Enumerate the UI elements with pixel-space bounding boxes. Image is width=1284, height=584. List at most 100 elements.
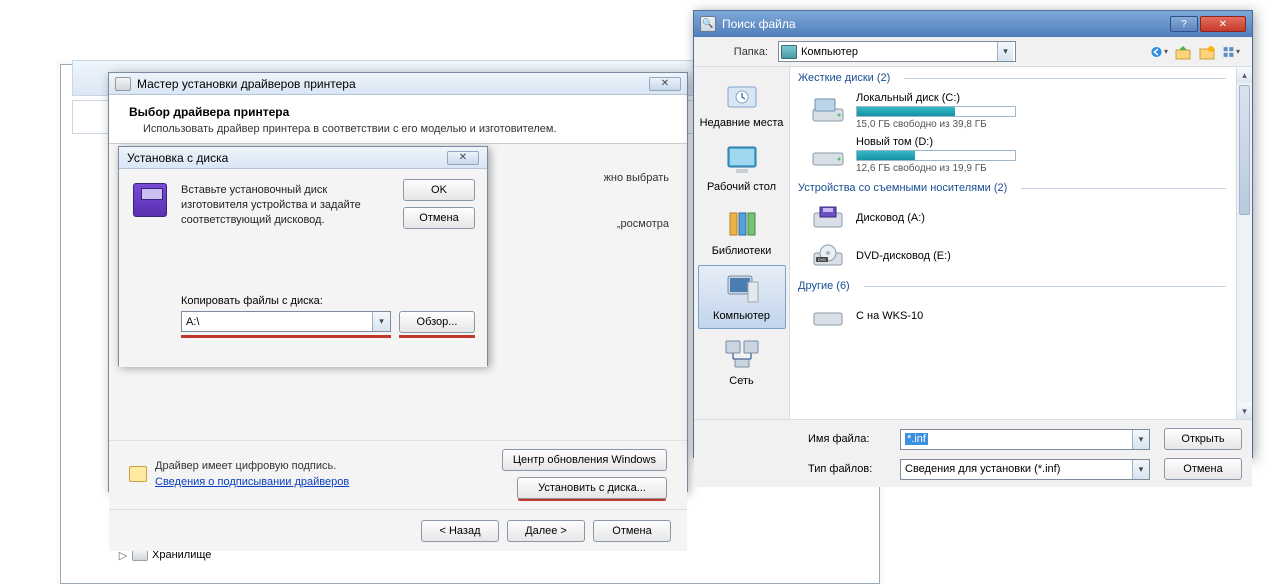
file-list[interactable]: Жесткие диски (2) ˄ Локальный диск (C:) … [790, 67, 1252, 419]
scroll-thumb[interactable] [1239, 85, 1250, 215]
back-button[interactable]: < Назад [421, 520, 499, 542]
file-name-label: Имя файла: [808, 433, 890, 445]
file-type-label: Тип файлов: [808, 463, 890, 475]
open-button[interactable]: Открыть [1164, 428, 1242, 450]
ifd-message: Вставьте установочный диск изготовителя … [181, 183, 385, 228]
place-recent[interactable]: Недавние места [698, 73, 786, 135]
next-button[interactable]: Далее > [507, 520, 585, 542]
signature-link[interactable]: Сведения о подписывании драйверов [155, 476, 349, 488]
wizard-footer: < Назад Далее > Отмена [109, 509, 687, 551]
drive-name: DVD-дисковод (E:) [856, 250, 951, 262]
wizard-signature-row: Драйвер имеет цифровую подпись. Сведения… [109, 440, 687, 509]
nav-back-icon[interactable]: ▾ [1150, 43, 1168, 61]
fdlg-titlebar[interactable]: Поиск файла ? ✕ [694, 11, 1252, 37]
new-folder-icon[interactable] [1198, 43, 1216, 61]
nav-up-icon[interactable] [1174, 43, 1192, 61]
place-network[interactable]: Сеть [698, 331, 786, 393]
wizard-close-button[interactable]: ✕ [649, 77, 681, 91]
usage-bar [856, 106, 1016, 117]
places-bar: Недавние места Рабочий стол Библиотеки К… [694, 67, 790, 419]
search-file-icon [700, 16, 716, 32]
wizard-title: Мастер установки драйверов принтера [137, 77, 356, 91]
recent-icon [722, 79, 762, 113]
wizard-hint: жно выбрать [604, 172, 669, 184]
view-mode-icon[interactable]: ▾ [1222, 43, 1240, 61]
wizard-titlebar[interactable]: Мастер установки драйверов принтера ✕ [109, 73, 687, 95]
ifd-close-button[interactable]: ✕ [447, 151, 479, 165]
computer-icon [722, 272, 762, 306]
certificate-icon [129, 466, 147, 482]
dropdown-arrow-icon[interactable]: ▾ [1132, 430, 1149, 449]
drive-d[interactable]: Новый том (D:) 12,6 ГБ свободно из 19,9 … [790, 133, 1252, 177]
drive-e[interactable]: DVD DVD-дисковод (E:) [790, 237, 1252, 275]
hdd-icon [810, 140, 846, 170]
desktop-icon [722, 143, 762, 177]
computer-icon [781, 45, 797, 59]
wizard-hint: „росмотра [617, 218, 669, 230]
file-type-value: Сведения для установки (*.inf) [901, 460, 1132, 479]
annotation-underline [399, 335, 475, 338]
floppy-icon [133, 183, 167, 217]
drive-name: Новый том (D:) [856, 136, 1016, 148]
ifd-copy-label: Копировать файлы с диска: [181, 295, 323, 307]
install-from-disk-button[interactable]: Установить с диска... [517, 477, 667, 499]
dvd-drive-icon: DVD [810, 241, 846, 271]
hdd-icon [810, 96, 846, 126]
ifd-path-input[interactable] [182, 312, 372, 331]
libraries-icon [722, 207, 762, 241]
drive-name: Дисковод (A:) [856, 212, 925, 224]
wizard-heading: Выбор драйвера принтера [129, 105, 667, 119]
folder-value: Компьютер [801, 46, 993, 58]
ifd-path-combo[interactable]: ▾ [181, 311, 391, 332]
fdlg-close-button[interactable]: ✕ [1200, 16, 1246, 32]
network-icon [722, 337, 762, 371]
usage-bar [856, 150, 1016, 161]
place-libraries[interactable]: Библиотеки [698, 201, 786, 263]
place-computer[interactable]: Компьютер [698, 265, 786, 329]
fdlg-bottom: Имя файла: *.inf ▾ Открыть Тип файлов: С… [694, 419, 1252, 487]
folder-combo[interactable]: Компьютер ▾ [778, 41, 1016, 62]
fdlg-cancel-button[interactable]: Отмена [1164, 458, 1242, 480]
ifd-ok-button[interactable]: OK [403, 179, 475, 201]
ifd-title: Установка с диска [127, 151, 228, 165]
drive-free: 15,0 ГБ свободно из 39,8 ГБ [856, 119, 1016, 130]
drive-free: 12,6 ГБ свободно из 19,9 ГБ [856, 163, 1016, 174]
scroll-down-icon[interactable]: ▾ [1237, 403, 1252, 419]
group-removable[interactable]: Устройства со съемными носителями (2) ˄ [790, 177, 1252, 199]
ifd-cancel-button[interactable]: Отмена [403, 207, 475, 229]
file-browse-dialog: Поиск файла ? ✕ Папка: Компьютер ▾ ▾ [693, 10, 1253, 458]
wizard-header: Выбор драйвера принтера Использовать дра… [109, 95, 687, 144]
wizard-subheading: Использовать драйвер принтера в соответс… [143, 123, 667, 135]
network-drive-icon [810, 301, 846, 331]
dropdown-arrow-icon[interactable]: ▾ [372, 312, 390, 331]
help-button[interactable]: ? [1170, 16, 1198, 32]
floppy-drive-icon [810, 203, 846, 233]
signature-text: Драйвер имеет цифровую подпись. [155, 460, 349, 472]
file-name-value[interactable]: *.inf [905, 433, 928, 445]
svg-text:DVD: DVD [818, 257, 827, 262]
ifd-browse-button[interactable]: Обзор... [399, 311, 475, 333]
folder-label: Папка: [712, 46, 768, 58]
group-hdd[interactable]: Жесткие диски (2) ˄ [790, 67, 1252, 89]
place-desktop[interactable]: Рабочий стол [698, 137, 786, 199]
windows-update-button[interactable]: Центр обновления Windows [502, 449, 667, 471]
file-name-combo[interactable]: *.inf ▾ [900, 429, 1150, 450]
scrollbar[interactable]: ▴ ▾ [1236, 67, 1252, 419]
fdlg-title: Поиск файла [722, 17, 796, 31]
drive-c[interactable]: Локальный диск (C:) 15,0 ГБ свободно из … [790, 89, 1252, 133]
drive-a[interactable]: Дисковод (A:) [790, 199, 1252, 237]
ifd-titlebar[interactable]: Установка с диска ✕ [119, 147, 487, 169]
file-type-combo[interactable]: Сведения для установки (*.inf) ▾ [900, 459, 1150, 480]
group-other[interactable]: Другие (6) ˄ [790, 275, 1252, 297]
cancel-button[interactable]: Отмена [593, 520, 671, 542]
dropdown-arrow-icon[interactable]: ▾ [997, 42, 1013, 61]
install-from-disk-dialog: Установка с диска ✕ Вставьте установочны… [118, 146, 488, 366]
fdlg-toolbar: Папка: Компьютер ▾ ▾ ▾ [694, 37, 1252, 67]
scroll-up-icon[interactable]: ▴ [1237, 67, 1252, 83]
printer-icon [115, 77, 131, 91]
drive-name: C на WKS-10 [856, 310, 923, 322]
annotation-underline [181, 335, 391, 338]
drive-net[interactable]: C на WKS-10 [790, 297, 1252, 335]
dropdown-arrow-icon[interactable]: ▾ [1132, 460, 1149, 479]
drive-name: Локальный диск (C:) [856, 92, 1016, 104]
